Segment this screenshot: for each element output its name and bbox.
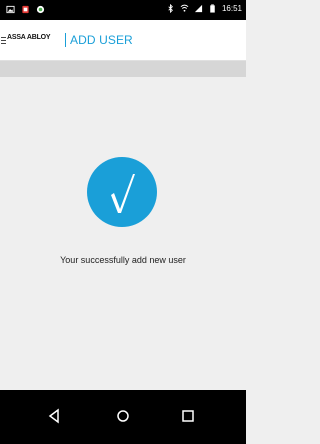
image-icon <box>6 5 15 14</box>
home-icon[interactable] <box>113 406 133 426</box>
app-bar: ASSA ABLOY ADD USER <box>0 20 246 61</box>
page-title: ADD USER <box>70 33 133 47</box>
notification-icon <box>22 5 29 14</box>
brand-logo: ASSA ABLOY <box>7 34 51 41</box>
title-divider <box>65 33 66 47</box>
checkmark-icon <box>87 157 157 227</box>
menu-icon[interactable] <box>1 37 6 44</box>
navigation-bar <box>0 390 246 444</box>
wifi-icon <box>180 4 189 12</box>
battery-icon <box>210 4 215 13</box>
success-message: Your successfully add new user <box>60 255 186 265</box>
signal-icon <box>194 4 203 13</box>
bluetooth-icon <box>168 4 173 13</box>
recents-icon[interactable] <box>178 406 198 426</box>
success-panel: Your successfully add new user <box>0 77 246 390</box>
back-icon[interactable] <box>45 406 65 426</box>
status-right-icons: 16:51 <box>166 4 242 13</box>
status-clock: 16:51 <box>221 4 242 13</box>
status-left-icons <box>6 5 45 14</box>
status-bar: 16:51 <box>0 0 246 20</box>
progress-band <box>0 61 246 77</box>
browser-icon <box>36 5 45 14</box>
